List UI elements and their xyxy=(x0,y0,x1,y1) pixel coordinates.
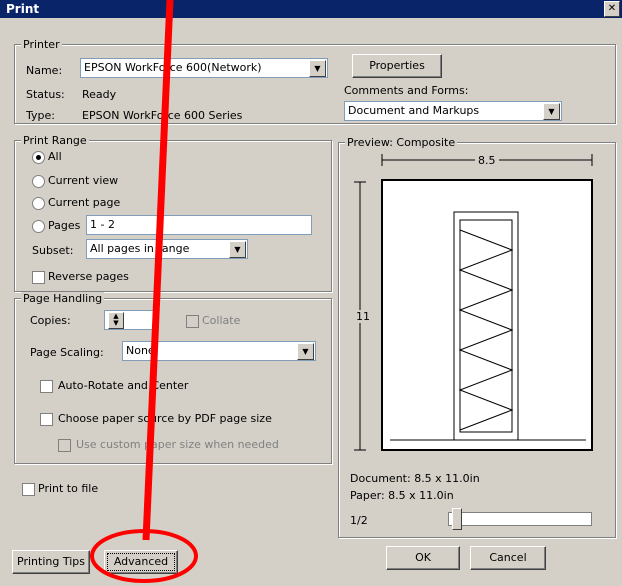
annotation-overlay xyxy=(90,0,198,583)
